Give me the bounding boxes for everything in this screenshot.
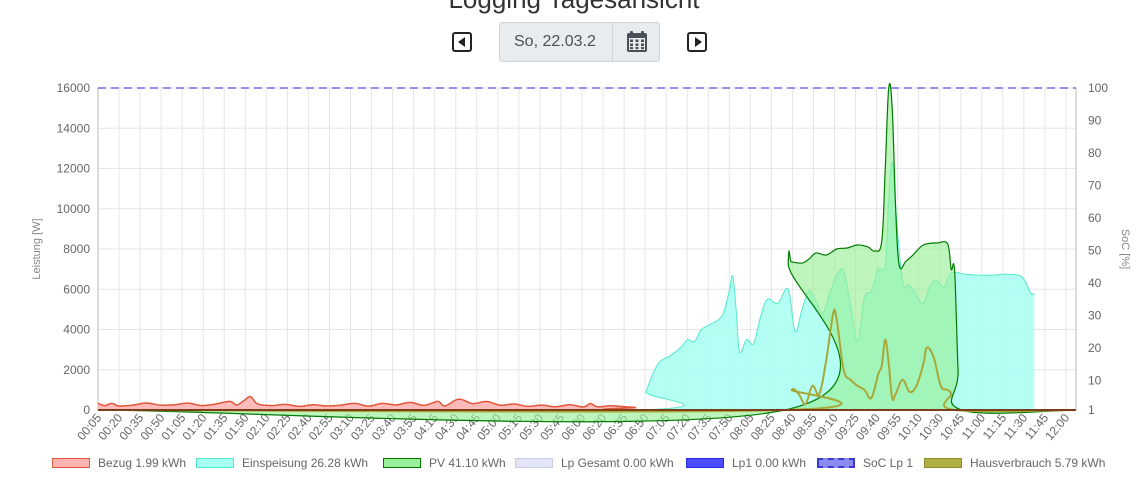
legend-label: Hausverbrauch 5.79 kWh (970, 456, 1106, 470)
legend-swatch (686, 458, 724, 468)
y2-tick-label: 30 (1088, 309, 1102, 323)
y-tick-label: 12000 (57, 162, 91, 176)
power-chart: 020004000600080001000012000140001600000:… (31, 81, 1131, 443)
legend-label: PV 41.10 kWh (429, 456, 506, 470)
y2-tick-label: 10 (1088, 374, 1102, 388)
legend-swatch (515, 458, 553, 468)
y-tick-label: 14000 (57, 121, 91, 135)
x-tick-label: 12:00 (1042, 411, 1072, 443)
y-tick-label: 16000 (57, 81, 91, 95)
legend-label: SoC Lp 1 (863, 456, 914, 470)
y2-tick-label: 60 (1088, 211, 1102, 225)
y-tick-label: 4000 (63, 323, 90, 337)
y2-tick-label: 70 (1088, 179, 1102, 193)
y-tick-label: 2000 (63, 363, 90, 377)
y2-tick-label: 40 (1088, 276, 1102, 290)
y-tick-label: 10000 (57, 202, 91, 216)
y-axis-label: Leistung [W] (31, 218, 43, 279)
y2-tick-label: 50 (1088, 244, 1102, 258)
chart-legend: Bezug 1.99 kWh Einspeisung 26.28 kWh PV 41… (0, 456, 1148, 472)
y-tick-label: 6000 (63, 282, 90, 296)
y2-tick-label: 100 (1088, 81, 1108, 95)
y2-tick-label: 20 (1088, 341, 1102, 355)
y2-axis-label: SoC [%] (1119, 229, 1131, 269)
series-pv-area (98, 83, 1076, 422)
y2-tick-label: 90 (1088, 114, 1102, 128)
legend-label: Einspeisung 26.28 kWh (242, 456, 369, 470)
y-tick-label: 8000 (63, 242, 90, 256)
legend-swatch (196, 458, 234, 468)
y2-tick-label: 80 (1088, 146, 1102, 160)
x-tick-label: 10:45 (937, 411, 967, 443)
legend-label: Lp Gesamt 0.00 kWh (561, 456, 674, 470)
y2-tick-label: 1 (1088, 403, 1095, 417)
legend-swatch (383, 458, 421, 468)
legend-label: Lp1 0.00 kWh (732, 456, 807, 470)
legend-swatch (924, 458, 962, 468)
legend-swatch (52, 458, 90, 468)
legend-label: Bezug 1.99 kWh (98, 456, 187, 470)
legend-swatch (817, 458, 855, 468)
